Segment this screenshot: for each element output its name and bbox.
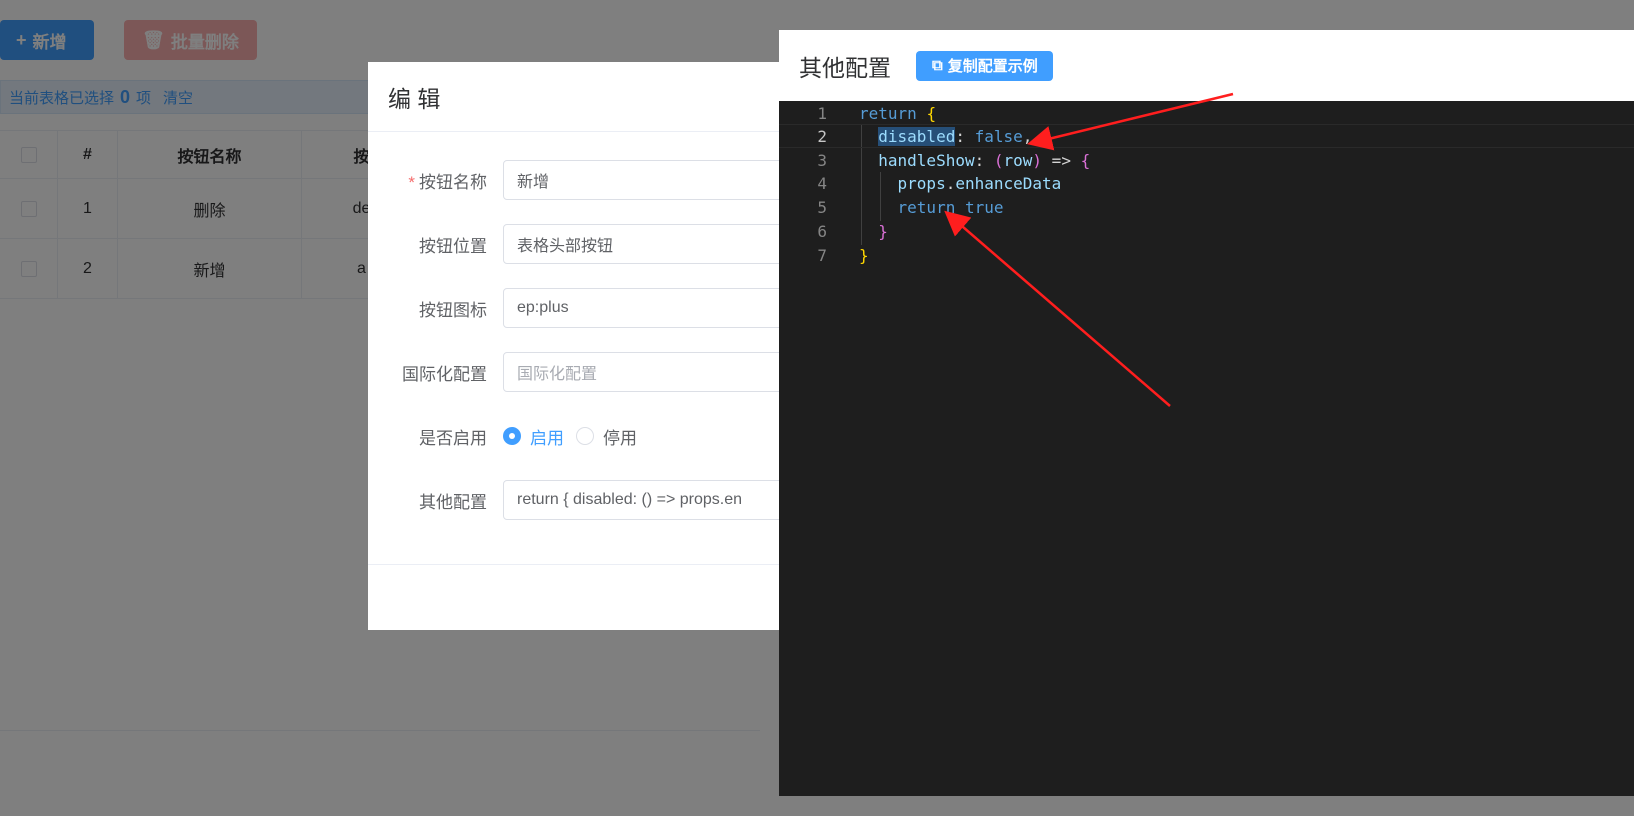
edit-dialog-title: 编 辑: [368, 62, 788, 132]
form-row-button-position: 按钮位置 表格头部按钮: [368, 224, 788, 264]
form-row-i18n: 国际化配置 国际化配置: [368, 352, 788, 392]
code-line: 3 handleShow: (row) => {: [779, 148, 1634, 172]
code-text: return {: [859, 103, 937, 123]
code-line: 6 }: [779, 219, 1634, 243]
line-number: 5: [817, 197, 827, 217]
form-row-button-icon: 按钮图标 ep:plus: [368, 288, 788, 328]
button-position-label: 按钮位置: [419, 236, 487, 256]
dialog-footer-divider: [368, 564, 788, 565]
copy-example-button[interactable]: ⧉ 复制配置示例: [916, 50, 1053, 81]
code-line: 5 return true: [779, 195, 1634, 219]
code-line: 1 return {: [779, 101, 1634, 125]
radio-enabled-label[interactable]: 启用: [530, 424, 564, 449]
code-text: disabled: false,: [878, 126, 1033, 146]
enabled-radio-group: 启用 停用: [503, 424, 649, 449]
copy-icon: ⧉: [932, 57, 943, 74]
i18n-label: 国际化配置: [402, 364, 487, 384]
radio-disabled[interactable]: [576, 427, 594, 445]
line-number: 4: [817, 173, 827, 193]
code-dialog-header: 其他配置 ⧉ 复制配置示例: [779, 30, 1634, 101]
form-row-enabled: 是否启用 启用 停用: [368, 416, 788, 456]
other-config-input[interactable]: return { disabled: () => props.en: [503, 480, 788, 520]
code-config-dialog: 其他配置 ⧉ 复制配置示例 1 return { 2 disabled: fal…: [779, 30, 1634, 796]
code-text: }: [878, 221, 888, 241]
other-config-label: 其他配置: [419, 492, 487, 512]
enabled-label: 是否启用: [419, 428, 487, 448]
code-text: return true: [897, 197, 1004, 217]
code-editor[interactable]: 1 return { 2 disabled: false, 3 handleSh…: [779, 101, 1634, 796]
edit-dialog: 编 辑 * 按钮名称 新增 按钮位置 表格头部按钮 按钮图标 ep:plus 国际…: [368, 62, 788, 630]
code-line: 7 }: [779, 243, 1634, 267]
button-position-select[interactable]: 表格头部按钮: [503, 224, 788, 264]
radio-disabled-label[interactable]: 停用: [603, 424, 637, 449]
button-icon-input[interactable]: ep:plus: [503, 288, 788, 328]
line-number: 7: [817, 245, 827, 265]
code-text: handleShow: (row) => {: [878, 150, 1091, 170]
required-mark: *: [408, 172, 415, 192]
code-text: props.enhanceData: [897, 173, 1062, 193]
line-number: 6: [817, 221, 827, 241]
button-name-label-text: 按钮名称: [419, 172, 487, 192]
code-line: 4 props.enhanceData: [779, 171, 1634, 195]
radio-enabled[interactable]: [503, 427, 521, 445]
line-number: 3: [817, 150, 827, 170]
line-number: 2: [817, 126, 827, 146]
i18n-input[interactable]: 国际化配置: [503, 352, 788, 392]
button-icon-label: 按钮图标: [419, 300, 487, 320]
code-text: }: [859, 245, 869, 265]
button-name-input[interactable]: 新增: [503, 160, 788, 200]
line-number: 1: [817, 103, 827, 123]
code-dialog-title: 其他配置: [799, 54, 891, 81]
button-name-label: * 按钮名称: [368, 168, 503, 193]
form-row-button-name: * 按钮名称 新增: [368, 160, 788, 200]
form-row-other-config: 其他配置 return { disabled: () => props.en: [368, 480, 788, 520]
copy-example-label: 复制配置示例: [947, 58, 1038, 75]
code-line-active: 2 disabled: false,: [779, 124, 1634, 148]
